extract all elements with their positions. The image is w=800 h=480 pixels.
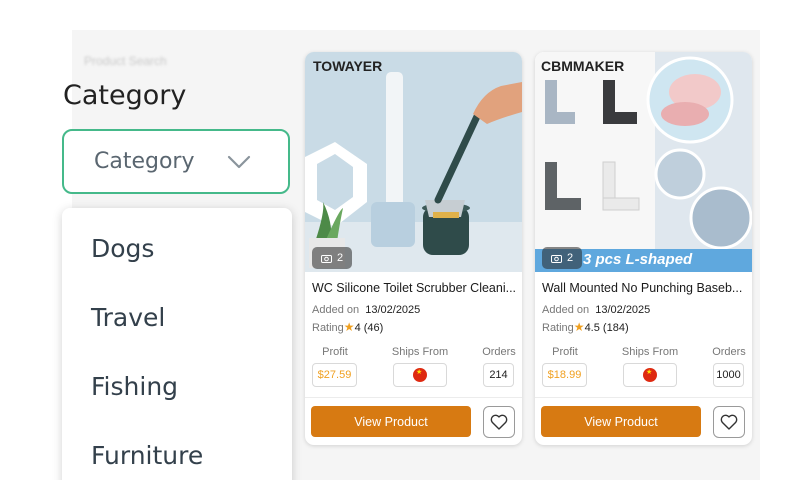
added-on-date: 13/02/2025 [595, 304, 651, 316]
product-image[interactable]: TOWAYER 2 [305, 52, 522, 272]
orders-value: 214 [483, 363, 514, 387]
orders-value: 1000 [713, 363, 744, 387]
view-product-button[interactable]: View Product [541, 406, 701, 437]
added-on-row: Added on 13/02/2025 [312, 304, 420, 316]
rating-row: Rating★4 (46) [312, 320, 383, 334]
ships-from-label: Ships From [621, 346, 679, 358]
rating-count: (46) [363, 322, 384, 334]
brand-logo: CBMMAKER [541, 58, 625, 74]
category-option-furniture[interactable]: Furniture [91, 441, 203, 470]
category-select-value: Category [94, 149, 195, 174]
photo-count: 2 [566, 252, 574, 264]
view-product-button[interactable]: View Product [311, 406, 471, 437]
camera-icon [320, 254, 332, 263]
photo-count-badge: 2 [542, 247, 582, 269]
category-option-dogs[interactable]: Dogs [91, 234, 154, 263]
orders-label: Orders [712, 346, 746, 358]
page: Product Search Category Category Dogs Tr… [0, 0, 800, 480]
category-dropdown-list: Dogs Travel Fishing Furniture [62, 208, 292, 480]
camera-icon [550, 254, 562, 263]
product-card: CBMMAKER 3 pcs L-shaped 2 Wall Mounted N… [535, 52, 752, 445]
profit-value: $27.59 [312, 363, 357, 387]
added-on-label: Added on [312, 304, 360, 316]
product-title[interactable]: Wall Mounted No Punching Baseb... [542, 281, 748, 295]
rating-count: (184) [602, 322, 629, 334]
rating-value: 4 [354, 322, 361, 334]
category-option-fishing[interactable]: Fishing [91, 372, 178, 401]
rating-row: Rating★4.5 (184) [542, 320, 629, 334]
rating-label: Rating [542, 322, 574, 334]
rating-label: Rating [312, 322, 344, 334]
product-card: TOWAYER 2 WC Silicone Toilet Scrubber Cl… [305, 52, 522, 445]
rating-value: 4.5 [584, 322, 600, 334]
card-divider [535, 397, 752, 398]
ships-from-label: Ships From [391, 346, 449, 358]
star-icon: ★ [343, 320, 355, 334]
banner-text: 3 pcs L-shaped [583, 251, 693, 268]
profit-label: Profit [552, 346, 578, 358]
card-divider [305, 397, 522, 398]
ships-from-value [623, 363, 677, 387]
photo-count: 2 [336, 252, 344, 264]
favorite-button[interactable] [483, 406, 515, 438]
added-on-date: 13/02/2025 [365, 304, 421, 316]
china-flag-icon [643, 368, 657, 382]
category-heading: Category [63, 80, 187, 111]
china-flag-icon [413, 368, 427, 382]
photo-count-badge: 2 [312, 247, 352, 269]
blurred-heading: Product Search [84, 54, 167, 68]
category-select[interactable]: Category [62, 129, 290, 194]
chevron-down-icon [218, 147, 260, 177]
product-title[interactable]: WC Silicone Toilet Scrubber Cleani... [312, 281, 518, 295]
added-on-row: Added on 13/02/2025 [542, 304, 650, 316]
star-icon: ★ [573, 320, 585, 334]
profit-value: $18.99 [542, 363, 587, 387]
ships-from-value [393, 363, 447, 387]
profit-label: Profit [322, 346, 348, 358]
favorite-button[interactable] [713, 406, 745, 438]
orders-label: Orders [482, 346, 516, 358]
heart-icon [720, 414, 738, 430]
brand-logo: TOWAYER [313, 58, 383, 74]
category-option-travel[interactable]: Travel [91, 303, 165, 332]
added-on-label: Added on [542, 304, 590, 316]
heart-icon [490, 414, 508, 430]
product-image[interactable]: CBMMAKER 3 pcs L-shaped 2 [535, 52, 752, 272]
